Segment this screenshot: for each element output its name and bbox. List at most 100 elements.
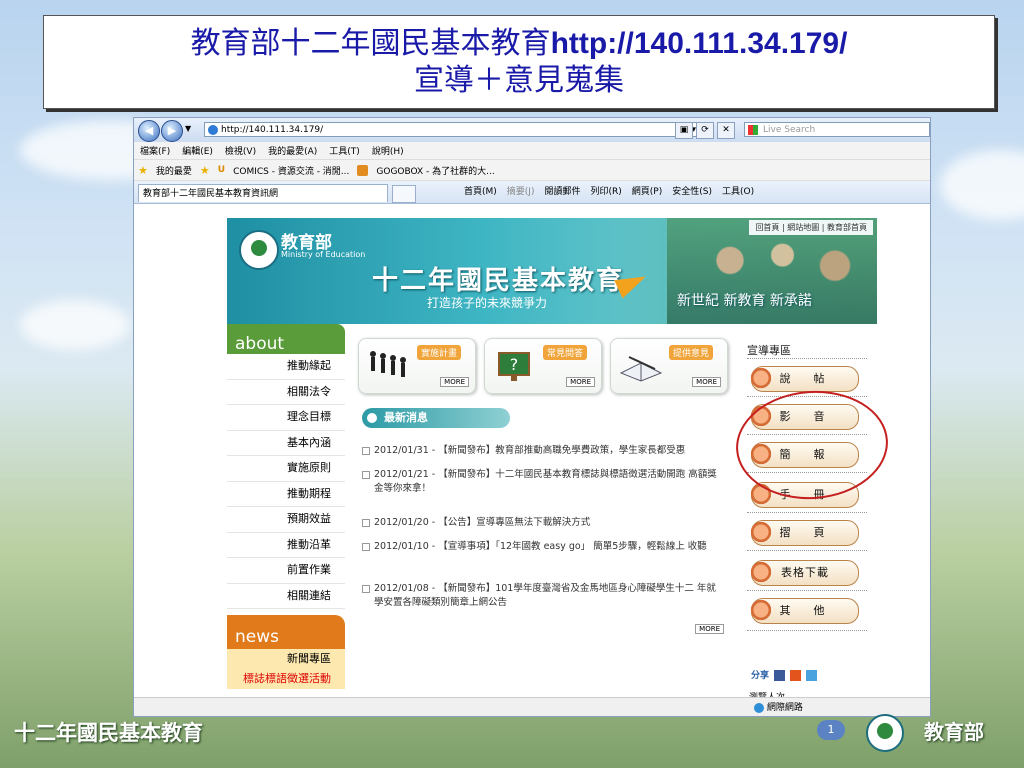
favorite-link-gogobox[interactable]: GOGOBOX - 為了社群的大... — [376, 164, 494, 177]
site-banner: 教育部 Ministry of Education 十二年國民基本教育 打造孩子… — [227, 218, 877, 324]
twitter-icon[interactable] — [806, 670, 818, 681]
hand-pointer-icon — [748, 365, 774, 391]
menu-tools[interactable]: 工具(T) — [329, 144, 360, 157]
banner-slogan: 新世紀 新教育 新承諾 — [677, 293, 812, 309]
promo-button-forms[interactable]: 表格下載 — [748, 559, 859, 586]
nav-item[interactable]: 相關法令 — [227, 379, 345, 405]
zone-text: 網際網路 — [766, 703, 803, 713]
favorites-bar: ★ 我的最愛 ★ U COMICS - 資源交流 - 消閒... GOGOBOX… — [134, 160, 930, 181]
news-text[interactable]: 2012/01/10 - 【宣導事項】「12年國教 easy go」 簡單5步驟… — [374, 540, 724, 554]
card-label: 常見問答 — [543, 345, 588, 360]
facebook-icon[interactable] — [774, 670, 786, 681]
top-links[interactable]: 回首頁 | 網站地圖 | 教育部首頁 — [749, 220, 873, 235]
refresh-icon[interactable]: ⟳ — [696, 122, 714, 139]
bullet-icon — [362, 519, 370, 527]
page-menu-button[interactable]: 網頁(P) — [632, 184, 662, 200]
nav-item[interactable]: 基本內涵 — [227, 430, 345, 456]
ie-page-icon — [208, 125, 218, 135]
favorites-button[interactable]: 我的最愛 — [156, 164, 192, 177]
bullet-icon — [362, 447, 370, 455]
card-plan[interactable]: 實施計畫 MORE — [358, 338, 476, 394]
more-news-button[interactable]: MORE — [695, 624, 724, 634]
menu-edit[interactable]: 編輯(E) — [182, 144, 213, 157]
promo-label: 其 他 — [779, 604, 831, 617]
share-label: 分享 — [751, 671, 770, 681]
hand-pointer-icon — [748, 519, 774, 545]
promo-button-brochure[interactable]: 摺 頁 — [748, 519, 859, 546]
history-dropdown-icon[interactable]: ▼ — [185, 124, 191, 133]
feeds-button[interactable]: 摘要(J) — [507, 184, 535, 200]
about-tab: about — [227, 324, 345, 354]
moe-logo[interactable] — [239, 230, 279, 270]
more-button[interactable]: MORE — [566, 377, 595, 387]
card-label: 實施計畫 — [417, 345, 462, 360]
menu-bar: 檔案(F) 編輯(E) 檢視(V) 我的最愛(A) 工具(T) 說明(H) — [134, 142, 930, 160]
search-placeholder: Live Search — [763, 125, 816, 135]
security-zone: 網際網路 — [754, 700, 803, 713]
promo-button-speech[interactable]: 說 帖 — [748, 365, 859, 392]
globe-icon — [754, 702, 764, 713]
slide-title-text: 教育部十二年國民基本教育 — [190, 26, 551, 61]
card-faq[interactable]: ? 常見問答 MORE — [484, 338, 602, 394]
latest-news-header: 最新消息 — [362, 408, 510, 428]
news-row[interactable]: 2012/01/10 - 【宣導事項】「12年國教 easy go」 簡單5步驟… — [362, 540, 724, 554]
slide-title-box: 教育部十二年國民基本教育http://140.111.34.179/ 宣導＋意見… — [43, 15, 995, 109]
menu-file[interactable]: 檔案(F) — [140, 144, 170, 157]
promo-label: 表格下載 — [781, 566, 829, 579]
tab-title: 教育部十二年國民基本教育資訊網 — [143, 189, 279, 199]
favorites-star-icon[interactable]: ★ — [138, 164, 148, 177]
print-button[interactable]: 列印(R) — [591, 184, 622, 200]
people-icon — [367, 349, 411, 383]
bullet-icon — [362, 543, 370, 551]
favorite-link-comics[interactable]: COMICS - 資源交流 - 消閒... — [233, 164, 349, 177]
tab-moe[interactable]: 教育部十二年國民基本教育資訊網 — [138, 184, 388, 202]
stop-icon[interactable]: ✕ — [717, 122, 735, 139]
news-text[interactable]: 2012/01/21 - 【新聞發布】十二年國民基本教育標誌與標語徵選活動開跑 … — [374, 468, 724, 496]
news-item-logo-contest[interactable]: 標誌標語徵選活動 — [227, 669, 345, 689]
forward-arrow-icon[interactable]: ▶ — [161, 120, 183, 142]
banner-title: 十二年國民基本教育 — [372, 266, 625, 296]
read-mail-button[interactable]: 閱讀郵件 — [544, 184, 580, 200]
open-book-icon — [619, 349, 663, 383]
nav-item[interactable]: 理念目標 — [227, 405, 345, 431]
news-row[interactable]: 2012/01/21 - 【新聞發布】十二年國民基本教育標誌與標語徵選活動開跑 … — [362, 468, 724, 496]
compat-icon[interactable]: ▣ — [675, 122, 693, 139]
more-button[interactable]: MORE — [692, 377, 721, 387]
cloud-decoration — [940, 150, 1024, 220]
news-text[interactable]: 2012/01/08 - 【新聞發布】101學年度臺灣省及金馬地區身心障礙學生十… — [374, 582, 724, 610]
menu-favorites[interactable]: 我的最愛(A) — [268, 144, 317, 157]
safety-menu-button[interactable]: 安全性(S) — [672, 184, 712, 200]
new-tab-button[interactable] — [392, 185, 416, 203]
address-input[interactable]: http://140.111.34.179/ ▾ — [204, 122, 699, 137]
nav-item[interactable]: 相關連結 — [227, 583, 345, 609]
slide-title-line1: 教育部十二年國民基本教育http://140.111.34.179/ — [44, 26, 994, 62]
news-item-press[interactable]: 新聞專區 — [227, 649, 345, 669]
news-row[interactable]: 2012/01/20 - 【公告】宣導專區無法下載解決方式 — [362, 516, 724, 530]
slide-title-line2: 宣導＋意見蒐集 — [414, 63, 624, 98]
divider — [747, 630, 867, 631]
news-text[interactable]: 2012/01/20 - 【公告】宣導專區無法下載解決方式 — [374, 516, 724, 530]
add-favorite-icon[interactable]: ★ — [200, 164, 210, 177]
home-button[interactable]: 首頁(M) — [464, 184, 497, 200]
news-row[interactable]: 2012/01/08 - 【新聞發布】101學年度臺灣省及金馬地區身心障礙學生十… — [362, 582, 724, 610]
nav-item[interactable]: 推動緣起 — [227, 354, 345, 380]
nav-item[interactable]: 推動沿革 — [227, 532, 345, 558]
search-input[interactable]: Live Search — [744, 122, 930, 137]
page-number: 1 — [817, 720, 845, 740]
menu-view[interactable]: 檢視(V) — [225, 144, 256, 157]
news-row[interactable]: 2012/01/31 - 【新聞發布】教育部推動高職免學費政策，學生家長都受惠 — [362, 444, 724, 458]
card-feedback[interactable]: 提供意見 MORE — [610, 338, 728, 394]
comics-site-icon: U — [217, 165, 226, 175]
promo-button-other[interactable]: 其 他 — [748, 597, 859, 624]
news-text[interactable]: 2012/01/31 - 【新聞發布】教育部推動高職免學費政策，學生家長都受惠 — [374, 444, 724, 458]
nav-item[interactable]: 推動期程 — [227, 481, 345, 507]
nav-item[interactable]: 實施原則 — [227, 456, 345, 482]
tools-menu-button[interactable]: 工具(O) — [722, 184, 754, 200]
back-arrow-icon[interactable]: ◀ — [138, 120, 160, 142]
menu-help[interactable]: 說明(H) — [372, 144, 404, 157]
nav-item[interactable]: 預期效益 — [227, 507, 345, 533]
center-content: 實施計畫 MORE ? 常見問答 MORE 提供意見 MORE 最新消息 201… — [352, 324, 732, 698]
nav-item[interactable]: 前置作業 — [227, 558, 345, 584]
plurk-icon[interactable] — [790, 670, 802, 681]
more-button[interactable]: MORE — [440, 377, 469, 387]
